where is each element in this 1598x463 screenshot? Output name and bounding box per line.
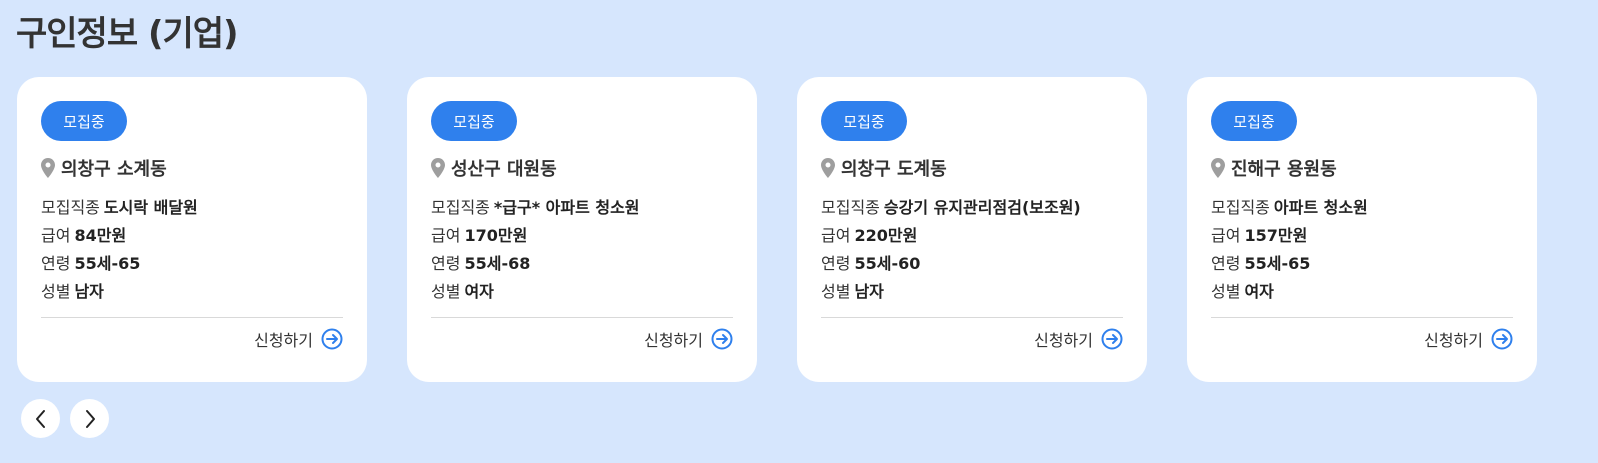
job-location: 진해구 용원동 xyxy=(1211,155,1337,181)
job-location: 의창구 소계동 xyxy=(41,155,167,181)
status-badge: 모집중 xyxy=(821,101,907,141)
carousel-nav xyxy=(21,399,109,438)
job-type-value: 승강기 유지관리점검(보조원) xyxy=(883,198,1081,217)
salary-value: 170만원 xyxy=(464,226,528,245)
arrow-right-circle-icon xyxy=(321,328,343,350)
gender-label: 성별 xyxy=(41,282,71,301)
apply-button[interactable]: 신청하기 xyxy=(1424,327,1513,351)
gender-row: 성별 여자 xyxy=(431,278,640,306)
job-type-value: 도시락 배달원 xyxy=(103,198,198,217)
apply-label: 신청하기 xyxy=(1424,331,1483,350)
gender-label: 성별 xyxy=(431,282,461,301)
age-value: 55세-65 xyxy=(1244,254,1311,273)
age-row: 연령 55세-65 xyxy=(41,250,198,278)
gender-row: 성별 남자 xyxy=(41,278,198,306)
job-type-row: 모집직종 아파트 청소원 xyxy=(1211,194,1368,222)
age-label: 연령 xyxy=(431,254,461,273)
job-location: 의창구 도계동 xyxy=(821,155,947,181)
apply-label: 신청하기 xyxy=(644,331,703,350)
job-type-row: 모집직종 *급구* 아파트 청소원 xyxy=(431,194,640,222)
job-card: 모집중 의창구 도계동 모집직종 승강기 유지관리점검(보조원) 급여 220만원 … xyxy=(797,77,1147,382)
job-type-label: 모집직종 xyxy=(41,198,100,217)
job-info: 모집직종 도시락 배달원 급여 84만원 연령 55세-65 성별 남자 xyxy=(41,194,198,306)
salary-row: 급여 170만원 xyxy=(431,222,640,250)
card-divider xyxy=(431,317,733,318)
job-card: 모집중 진해구 용원동 모집직종 아파트 청소원 급여 157만원 연령 55세-65… xyxy=(1187,77,1537,382)
salary-label: 급여 xyxy=(41,226,71,245)
location-text: 의창구 도계동 xyxy=(841,159,947,180)
age-value: 55세-60 xyxy=(854,254,921,273)
salary-label: 급여 xyxy=(431,226,461,245)
job-card: 모집중 의창구 소계동 모집직종 도시락 배달원 급여 84만원 연령 55세-65 … xyxy=(17,77,367,382)
location-text: 성산구 대원동 xyxy=(451,159,557,180)
apply-label: 신청하기 xyxy=(1034,331,1093,350)
apply-button[interactable]: 신청하기 xyxy=(644,327,733,351)
age-label: 연령 xyxy=(1211,254,1241,273)
chevron-right-icon xyxy=(85,409,95,428)
gender-value: 남자 xyxy=(854,282,884,301)
location-text: 진해구 용원동 xyxy=(1231,159,1337,180)
status-badge: 모집중 xyxy=(431,101,517,141)
prev-button[interactable] xyxy=(21,399,60,438)
job-card: 모집중 성산구 대원동 모집직종 *급구* 아파트 청소원 급여 170만원 연령 5… xyxy=(407,77,757,382)
job-info: 모집직종 승강기 유지관리점검(보조원) 급여 220만원 연령 55세-60 성별 남… xyxy=(821,194,1081,306)
map-pin-icon xyxy=(821,158,835,178)
age-label: 연령 xyxy=(41,254,71,273)
salary-label: 급여 xyxy=(1211,226,1241,245)
age-value: 55세-68 xyxy=(464,254,531,273)
status-badge: 모집중 xyxy=(41,101,127,141)
salary-label: 급여 xyxy=(821,226,851,245)
arrow-right-circle-icon xyxy=(711,328,733,350)
salary-value: 157만원 xyxy=(1244,226,1308,245)
job-card-list: 모집중 의창구 소계동 모집직종 도시락 배달원 급여 84만원 연령 55세-65 … xyxy=(17,77,1537,382)
map-pin-icon xyxy=(431,158,445,178)
apply-button[interactable]: 신청하기 xyxy=(1034,327,1123,351)
job-type-label: 모집직종 xyxy=(821,198,880,217)
next-button[interactable] xyxy=(70,399,109,438)
age-row: 연령 55세-60 xyxy=(821,250,1081,278)
gender-value: 여자 xyxy=(464,282,494,301)
apply-label: 신청하기 xyxy=(254,331,313,350)
gender-row: 성별 남자 xyxy=(821,278,1081,306)
job-type-value: *급구* 아파트 청소원 xyxy=(493,198,640,217)
job-type-row: 모집직종 도시락 배달원 xyxy=(41,194,198,222)
map-pin-icon xyxy=(41,158,55,178)
card-divider xyxy=(1211,317,1513,318)
salary-value: 84만원 xyxy=(74,226,127,245)
job-type-label: 모집직종 xyxy=(1211,198,1270,217)
arrow-right-circle-icon xyxy=(1491,328,1513,350)
arrow-right-circle-icon xyxy=(1101,328,1123,350)
section-title: 구인정보 (기업) xyxy=(16,14,239,54)
chevron-left-icon xyxy=(35,409,45,428)
apply-button[interactable]: 신청하기 xyxy=(254,327,343,351)
gender-value: 여자 xyxy=(1244,282,1274,301)
gender-label: 성별 xyxy=(821,282,851,301)
salary-row: 급여 84만원 xyxy=(41,222,198,250)
salary-value: 220만원 xyxy=(854,226,918,245)
age-row: 연령 55세-68 xyxy=(431,250,640,278)
age-value: 55세-65 xyxy=(74,254,141,273)
card-divider xyxy=(41,317,343,318)
job-info: 모집직종 아파트 청소원 급여 157만원 연령 55세-65 성별 여자 xyxy=(1211,194,1368,306)
status-badge: 모집중 xyxy=(1211,101,1297,141)
job-location: 성산구 대원동 xyxy=(431,155,557,181)
salary-row: 급여 157만원 xyxy=(1211,222,1368,250)
job-type-row: 모집직종 승강기 유지관리점검(보조원) xyxy=(821,194,1081,222)
salary-row: 급여 220만원 xyxy=(821,222,1081,250)
age-row: 연령 55세-65 xyxy=(1211,250,1368,278)
age-label: 연령 xyxy=(821,254,851,273)
map-pin-icon xyxy=(1211,158,1225,178)
card-divider xyxy=(821,317,1123,318)
location-text: 의창구 소계동 xyxy=(61,159,167,180)
gender-label: 성별 xyxy=(1211,282,1241,301)
job-type-value: 아파트 청소원 xyxy=(1273,198,1368,217)
gender-row: 성별 여자 xyxy=(1211,278,1368,306)
gender-value: 남자 xyxy=(74,282,104,301)
job-info: 모집직종 *급구* 아파트 청소원 급여 170만원 연령 55세-68 성별 여자 xyxy=(431,194,640,306)
job-type-label: 모집직종 xyxy=(431,198,490,217)
